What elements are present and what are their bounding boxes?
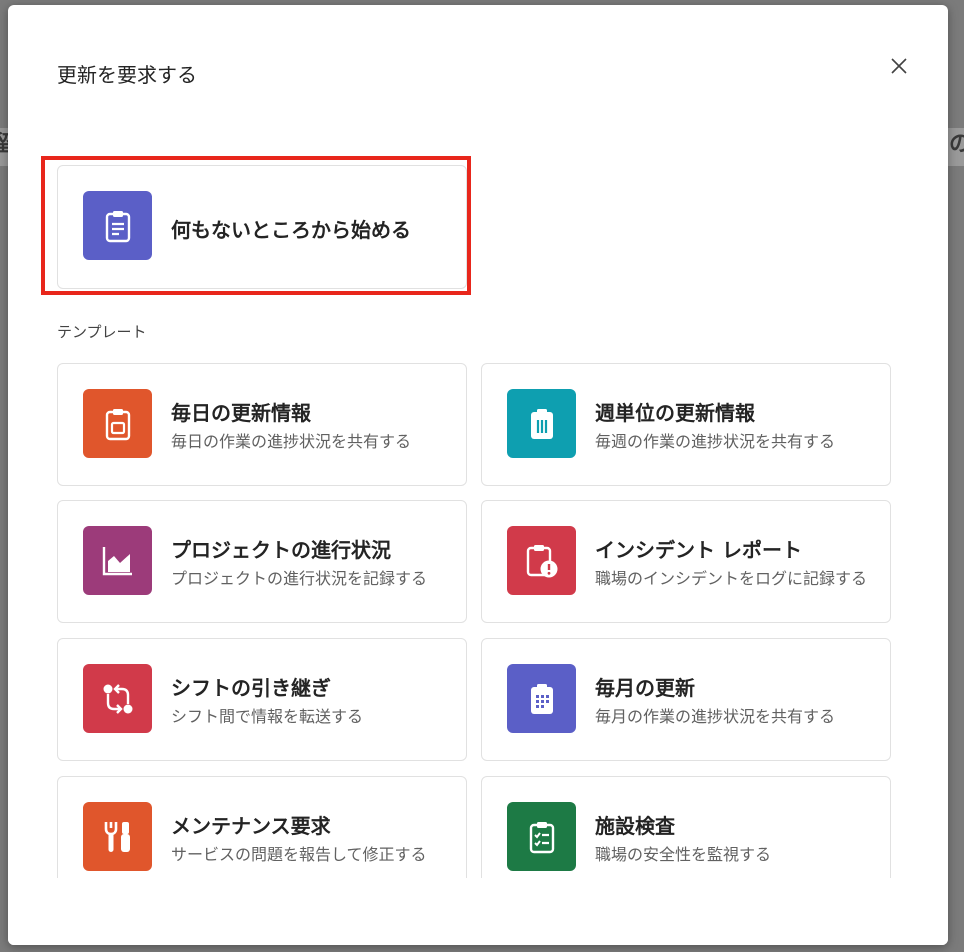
clipboard-icon xyxy=(83,191,152,260)
template-card-daily-update[interactable]: 毎日の更新情報 毎日の作業の進捗状況を共有する xyxy=(57,363,467,486)
tools-icon xyxy=(83,802,152,871)
clipboard-calendar-icon xyxy=(507,664,576,733)
clipboard-icon xyxy=(507,389,576,458)
card-title: シフトの引き継ぎ xyxy=(171,676,331,700)
card-description: 職場のインシデントをログに記録する xyxy=(595,569,868,588)
card-title: 何もないところから始める xyxy=(171,218,411,242)
start-from-scratch-card[interactable]: 何もないところから始める xyxy=(57,165,467,289)
card-description: 毎日の作業の進捗状況を共有する xyxy=(171,432,412,451)
close-button[interactable] xyxy=(884,51,914,81)
arrows-swap-icon xyxy=(83,664,152,733)
area-chart-icon xyxy=(83,526,152,595)
close-icon xyxy=(891,58,907,74)
card-title: 毎月の更新 xyxy=(595,676,695,700)
card-title: 毎日の更新情報 xyxy=(171,401,311,425)
card-description: サービスの問題を報告して修正する xyxy=(171,845,427,864)
dialog-title: 更新を要求する xyxy=(57,63,197,87)
card-title: 週単位の更新情報 xyxy=(595,401,755,425)
card-title: メンテナンス要求 xyxy=(171,814,331,838)
templates-section-label: テンプレート xyxy=(57,323,147,341)
background-text-right: の xyxy=(949,132,964,157)
card-description: 毎月の作業の進捗状況を共有する xyxy=(595,707,836,726)
checklist-icon xyxy=(507,802,576,871)
template-card-weekly-update[interactable]: 週単位の更新情報 毎週の作業の進捗状況を共有する xyxy=(481,363,891,486)
template-card-shift-handoff[interactable]: シフトの引き継ぎ シフト間で情報を転送する xyxy=(57,638,467,761)
dialog-footer-mask xyxy=(8,878,948,945)
card-title: 施設検査 xyxy=(595,814,675,838)
card-description: プロジェクトの進行状況を記録する xyxy=(171,569,428,588)
card-title: インシデント レポート xyxy=(595,538,802,562)
request-update-dialog: 更新を要求する 何もないところから始める テンプレート 毎日の更新情報 毎日の作 xyxy=(8,5,948,945)
clipboard-icon xyxy=(83,389,152,458)
clipboard-alert-icon xyxy=(507,526,576,595)
card-description: 職場の安全性を監視する xyxy=(595,845,772,864)
card-description: 毎週の作業の進捗状況を共有する xyxy=(595,432,836,451)
card-description: シフト間で情報を転送する xyxy=(171,707,364,726)
template-card-incident-report[interactable]: インシデント レポート 職場のインシデントをログに記録する xyxy=(481,500,891,623)
template-card-monthly-update[interactable]: 毎月の更新 毎月の作業の進捗状況を共有する xyxy=(481,638,891,761)
card-title: プロジェクトの進行状況 xyxy=(171,538,391,562)
template-card-project-progress[interactable]: プロジェクトの進行状況 プロジェクトの進行状況を記録する xyxy=(57,500,467,623)
